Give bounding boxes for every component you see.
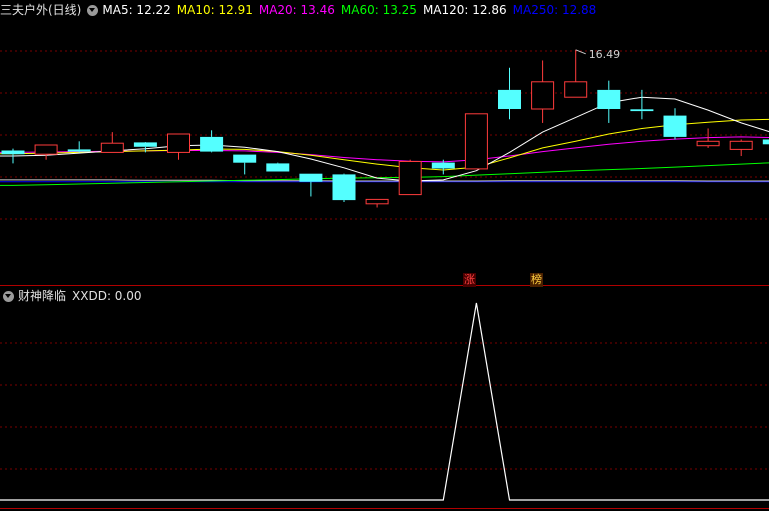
candle-body: [266, 163, 290, 172]
kline-chart[interactable]: 16.49: [0, 0, 769, 511]
candle-body: [696, 140, 720, 147]
candle-body: [34, 144, 58, 155]
candle-body: [365, 198, 389, 205]
candle-body: [597, 89, 621, 109]
candle-body: [498, 89, 521, 109]
indicator-plot: [0, 302, 769, 501]
grid-lines: [0, 50, 769, 509]
candle: [729, 139, 753, 157]
indicator-title: 财神降临: [18, 289, 67, 303]
candle-body: [531, 81, 555, 110]
candle-body: [398, 161, 422, 196]
candle: [564, 49, 588, 98]
candle: [332, 173, 356, 202]
chevron-down-icon[interactable]: [87, 4, 99, 16]
candle-body: [167, 133, 190, 153]
candle: [67, 141, 91, 153]
candle-body: [100, 142, 124, 153]
high-pointer: [575, 49, 586, 55]
indicator-header: 财神降临 XXDD: 0.00: [0, 286, 148, 306]
candle: [762, 139, 769, 145]
stock-title: 三夫户外(日线): [0, 3, 82, 17]
ma120-line: [0, 179, 769, 182]
candle: [266, 162, 290, 172]
bang-marker: 榜: [530, 273, 543, 287]
ma120-label: MA120: 12.86: [422, 3, 507, 17]
candle: [663, 108, 687, 140]
candle: [233, 154, 257, 175]
candle-body: [464, 113, 488, 170]
candle: [630, 89, 654, 120]
candle: [200, 130, 224, 153]
candle-body: [630, 109, 654, 112]
candle-body: [200, 136, 224, 152]
candle: [34, 144, 58, 160]
high-annotation: 16.49: [575, 48, 621, 61]
chevron-down-icon[interactable]: [3, 290, 14, 302]
ma20-label: MA20: 13.46: [258, 3, 335, 17]
main-chart-header: 三夫户外(日线) MA5: 12.22 MA10: 12.91 MA20: 13…: [0, 0, 602, 20]
candle: [299, 173, 323, 197]
candle: [167, 133, 190, 160]
candle-body: [564, 81, 588, 98]
ma10-label: MA10: 12.91: [176, 3, 253, 17]
ma250-label: MA250: 12.88: [512, 3, 597, 17]
ma5-label: MA5: 12.22: [102, 3, 171, 17]
candle: [398, 159, 422, 196]
candle-body: [729, 140, 753, 150]
candle-body: [762, 139, 769, 145]
candle-body: [67, 149, 91, 152]
moving-average-lines: [0, 96, 769, 186]
candle-body: [663, 115, 687, 137]
candle-body: [431, 162, 455, 169]
candle-body: [233, 154, 257, 163]
candle: [531, 60, 555, 123]
indicator-value: XXDD: 0.00: [72, 289, 142, 303]
zhang-marker: 涨: [463, 273, 476, 287]
candle: [597, 80, 621, 123]
candle-body: [133, 142, 157, 147]
candle-body: [332, 174, 356, 201]
candlesticks: [1, 49, 769, 208]
candle-body: [299, 173, 323, 182]
high-value-label: 16.49: [589, 48, 621, 61]
candle: [464, 113, 488, 170]
candle: [365, 198, 389, 208]
candle-body: [1, 150, 25, 155]
ma60-label: MA60: 13.25: [340, 3, 417, 17]
candle: [498, 67, 521, 120]
xxdd-line: [0, 302, 769, 501]
